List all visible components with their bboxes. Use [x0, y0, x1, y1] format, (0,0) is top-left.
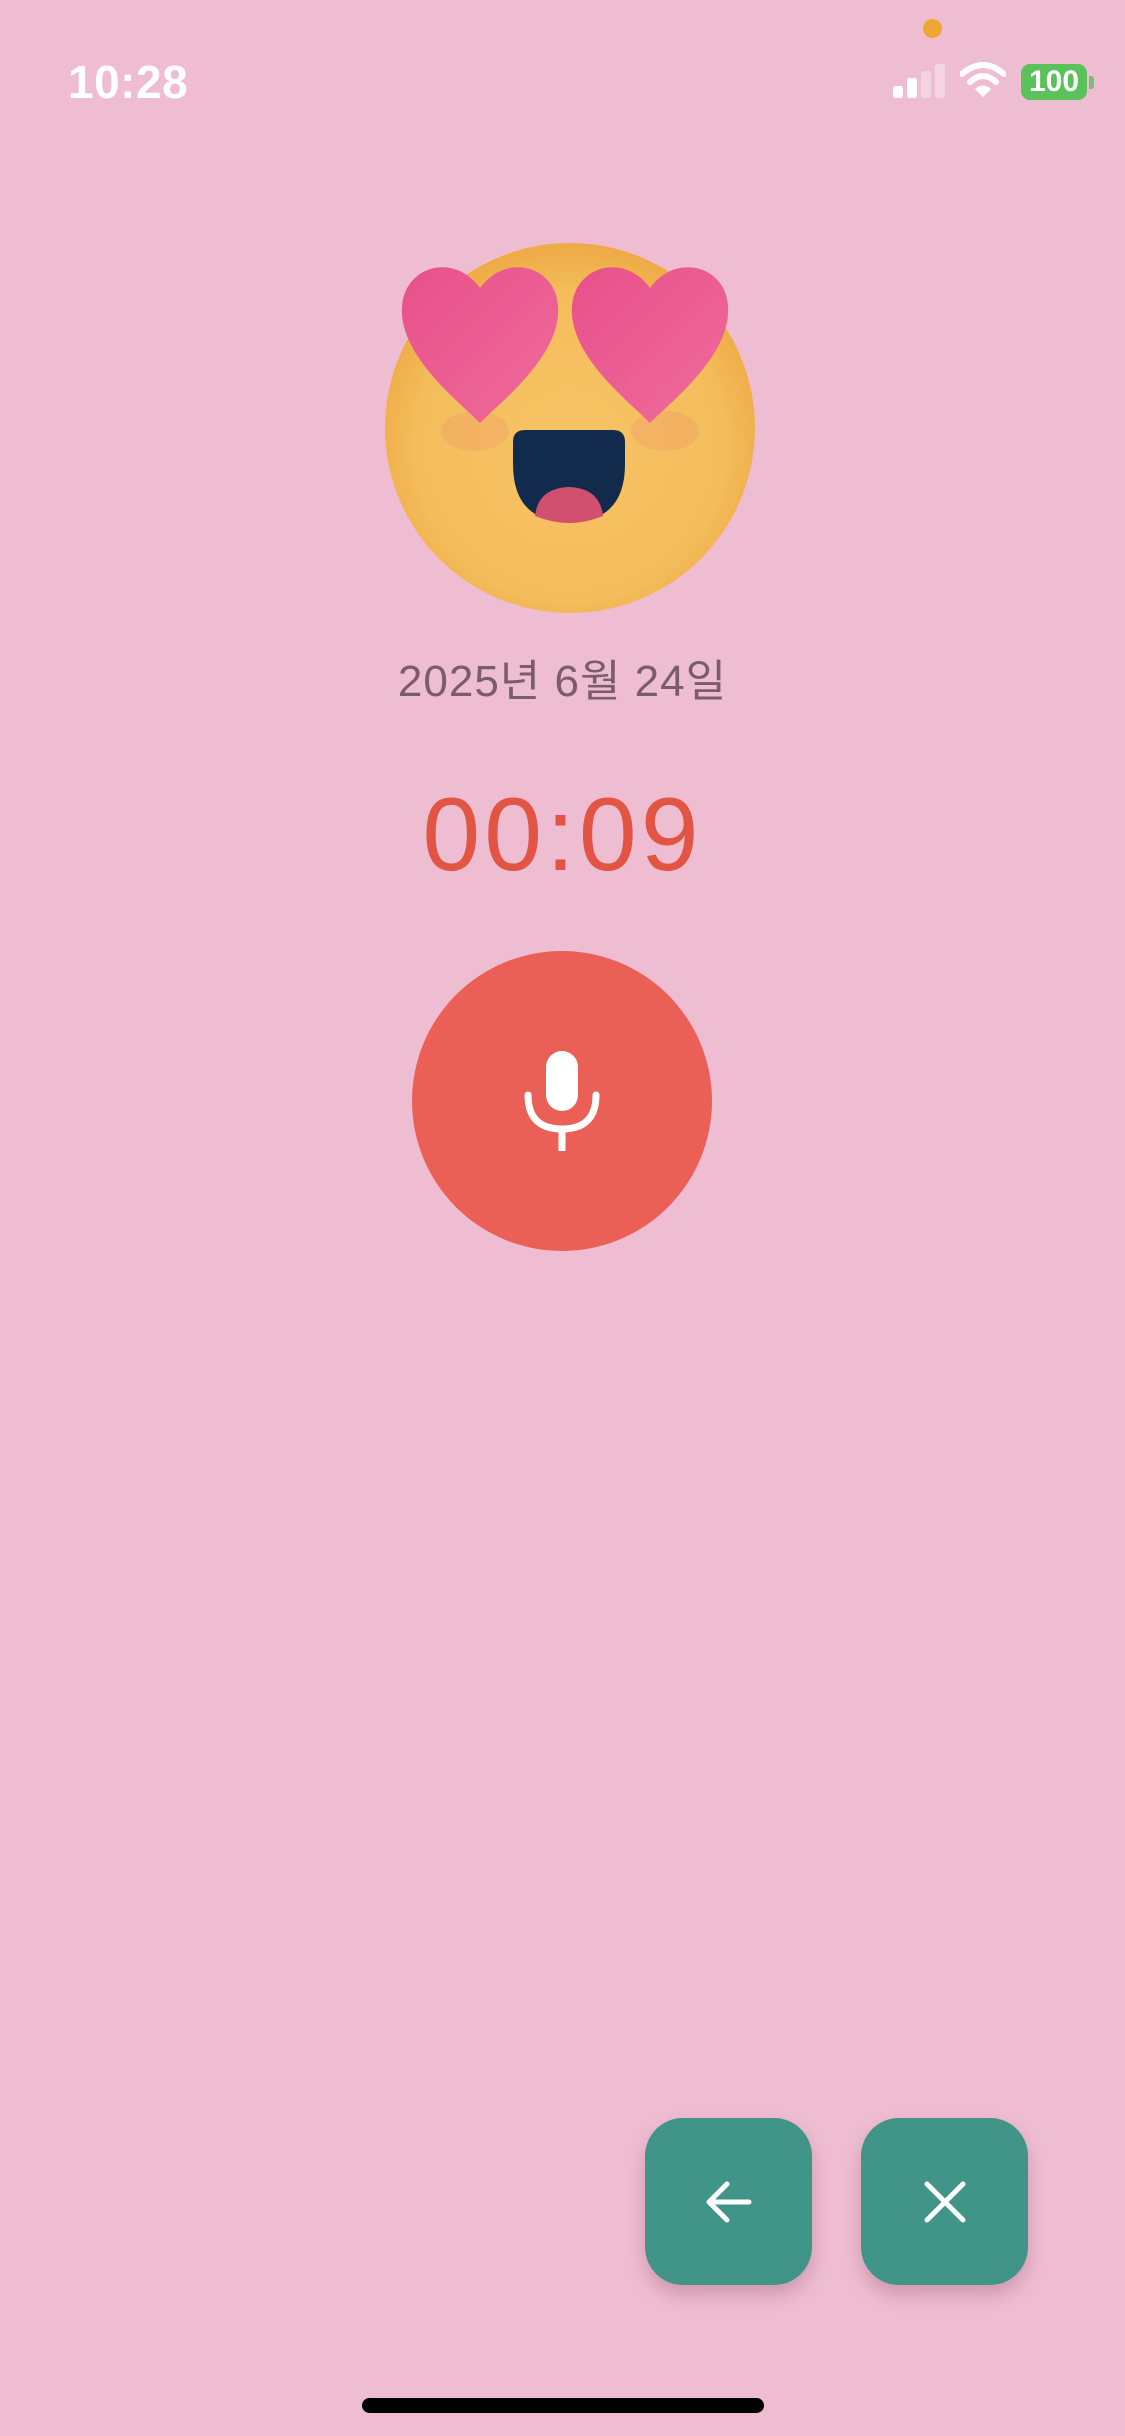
battery-tip	[1089, 76, 1094, 89]
close-button[interactable]	[861, 2118, 1028, 2285]
close-icon	[924, 2181, 965, 2222]
heart-eyes-emoji-icon	[385, 243, 755, 613]
record-button[interactable]	[412, 951, 712, 1251]
microphone-icon	[524, 1051, 600, 1151]
back-button[interactable]	[645, 2118, 812, 2285]
wifi-icon	[960, 62, 1006, 97]
recording-date: 2025년 6월 24일	[397, 657, 728, 706]
cellular-signal-icon	[893, 64, 945, 98]
arrow-left-icon	[706, 2181, 751, 2222]
recording-timer: 00:09	[422, 777, 703, 893]
microphone-in-use-indicator	[923, 19, 942, 38]
battery-icon: 100	[1021, 64, 1087, 100]
status-time: 10:28	[68, 56, 189, 108]
home-indicator[interactable]	[362, 2398, 764, 2413]
